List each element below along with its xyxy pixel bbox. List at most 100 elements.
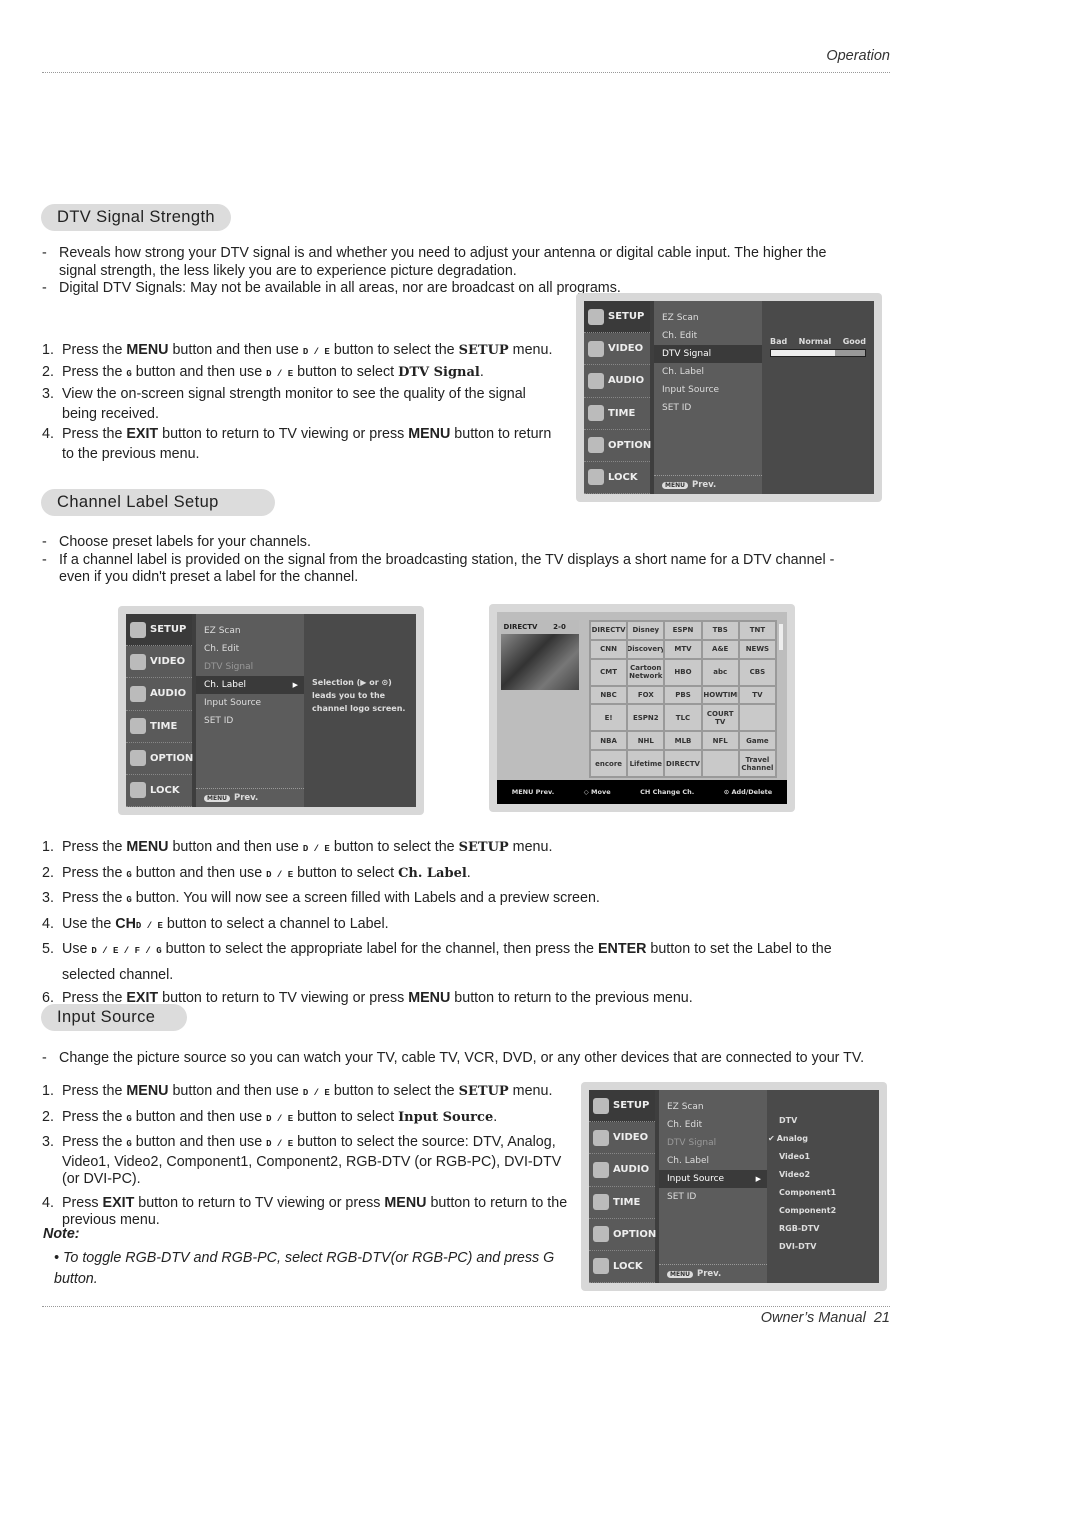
menu-item[interactable]: SET ID: [659, 1188, 767, 1206]
menu-category-audio[interactable]: AUDIO: [584, 365, 650, 398]
channel-logo[interactable]: HBO: [665, 659, 701, 685]
step-text: button and then use: [168, 839, 303, 855]
help-text: Selection (▶ or ⊙) leads you to the chan…: [312, 678, 406, 713]
channel-logo[interactable]: Game: [739, 732, 775, 750]
menu-category-setup[interactable]: SETUP: [584, 301, 650, 334]
menu-item[interactable]: Ch. Edit: [196, 640, 304, 658]
menu-item[interactable]: DTV Signal: [196, 658, 304, 676]
channel-logo[interactable]: NBA: [591, 732, 627, 750]
input-option[interactable]: Video1: [779, 1152, 871, 1170]
channel-logo[interactable]: [702, 751, 738, 776]
menu-item[interactable]: SET ID: [196, 712, 304, 730]
menu-screen: SETUP VIDEO AUDIO TIME OPTION LOCK EZ Scan Ch. …: [589, 1090, 879, 1284]
menu-item[interactable]: Ch. Label: [659, 1152, 767, 1170]
category-label: OPTION: [150, 752, 194, 764]
menu-category-audio[interactable]: AUDIO: [126, 678, 192, 711]
menu-category-option[interactable]: OPTION: [584, 430, 651, 462]
menu-category-setup[interactable]: SETUP: [126, 614, 192, 647]
menu-item[interactable]: DTV Signal: [654, 345, 762, 363]
input-option[interactable]: Video2: [779, 1170, 871, 1188]
step-number: 1.: [42, 839, 54, 855]
option-label: Video2: [779, 1170, 811, 1179]
step-text: button and then use: [131, 1134, 267, 1150]
input-option[interactable]: DTV: [779, 1116, 871, 1134]
menu-item[interactable]: Ch. Edit: [654, 327, 762, 345]
channel-logo[interactable]: PBS: [665, 686, 701, 704]
channel-logo[interactable]: MTV: [665, 640, 701, 658]
menu-category-video[interactable]: VIDEO: [584, 333, 650, 366]
menu-category-video[interactable]: VIDEO: [589, 1122, 655, 1155]
category-label: AUDIO: [150, 688, 187, 700]
step-number: 2.: [42, 364, 54, 380]
menu-item[interactable]: Input Source ▶: [659, 1170, 767, 1188]
channel-logo[interactable]: CBS: [739, 659, 775, 685]
channel-logo[interactable]: DIRECTV: [591, 622, 627, 639]
channel-logo[interactable]: abc: [702, 659, 738, 685]
menu-item[interactable]: DTV Signal: [659, 1134, 767, 1152]
menu-item[interactable]: Ch. Label: [654, 363, 762, 381]
menu-category-audio[interactable]: AUDIO: [589, 1154, 655, 1187]
option-icon: [588, 437, 604, 454]
menu-item[interactable]: Input Source: [654, 381, 762, 399]
menu-item[interactable]: EZ Scan: [196, 622, 304, 640]
channel-logo[interactable]: E!: [591, 705, 627, 731]
menu-item[interactable]: EZ Scan: [654, 309, 762, 327]
menu-category-setup[interactable]: SETUP: [589, 1090, 655, 1123]
input-option[interactable]: RGB-DTV: [779, 1224, 871, 1242]
menu-item[interactable]: Ch. Label ▶: [196, 676, 304, 694]
step-text: button to select: [293, 364, 399, 380]
channel-logo[interactable]: NFL: [702, 732, 738, 750]
preview-image: [501, 634, 579, 690]
category-label: TIME: [613, 1196, 641, 1208]
channel-logo[interactable]: COURT TV: [702, 705, 738, 731]
channel-logo[interactable]: FOX: [628, 686, 664, 704]
input-option[interactable]: DVI-DTV: [779, 1242, 871, 1260]
input-option[interactable]: ✔ Analog: [768, 1134, 871, 1152]
channel-logo[interactable]: TBS: [702, 622, 738, 639]
step-text: button to select the: [329, 1083, 459, 1099]
menu-category-lock[interactable]: LOCK: [126, 775, 192, 808]
menu-item[interactable]: SET ID: [654, 399, 762, 417]
channel-logo[interactable]: MLB: [665, 732, 701, 750]
channel-logo[interactable]: TNT: [739, 622, 775, 639]
setup-icon: [130, 621, 146, 638]
channel-logo[interactable]: Cartoon Network: [628, 659, 664, 685]
menu-category-lock[interactable]: LOCK: [589, 1251, 655, 1284]
channel-logo[interactable]: SHOWTIME: [702, 686, 738, 704]
emphasis: SETUP: [458, 1084, 509, 1099]
channel-logo[interactable]: Lifetime: [628, 751, 664, 776]
channel-logo[interactable]: encore: [591, 751, 627, 776]
channel-logo[interactable]: NBC: [591, 686, 627, 704]
input-option[interactable]: Component1: [779, 1188, 871, 1206]
channel-logo[interactable]: [739, 705, 775, 731]
menu-category-time[interactable]: TIME: [584, 398, 650, 430]
channel-logo[interactable]: Discovery: [628, 640, 664, 658]
channel-logo[interactable]: DIRECTV: [665, 751, 701, 776]
channel-logo[interactable]: NEWS: [739, 640, 775, 658]
channel-logo[interactable]: NHL: [628, 732, 664, 750]
channel-logo[interactable]: TV: [739, 686, 775, 704]
menu-item[interactable]: Input Source: [196, 694, 304, 712]
scrollbar[interactable]: [779, 624, 783, 650]
menu-category-option[interactable]: OPTION: [126, 743, 194, 775]
menu-category-time[interactable]: TIME: [126, 711, 192, 743]
input-option[interactable]: Component2: [779, 1206, 871, 1224]
prev-label: Prev.: [233, 793, 259, 803]
channel-logo[interactable]: Travel Channel: [739, 751, 775, 776]
menu-category-time[interactable]: TIME: [589, 1187, 655, 1219]
channel-logo[interactable]: CMT: [591, 659, 627, 685]
menu-category-video[interactable]: VIDEO: [126, 646, 192, 679]
step-number: 3.: [42, 890, 54, 906]
menu-category-lock[interactable]: LOCK: [584, 462, 650, 495]
channel-logo[interactable]: TLC: [665, 705, 701, 731]
channel-logo[interactable]: Disney: [628, 622, 664, 639]
menu-item[interactable]: EZ Scan: [659, 1098, 767, 1116]
step-text: Press: [62, 1194, 103, 1211]
channel-logo[interactable]: CNN: [591, 640, 627, 658]
category-label: SETUP: [608, 311, 645, 323]
channel-logo[interactable]: ESPN: [665, 622, 701, 639]
menu-item[interactable]: Ch. Edit: [659, 1116, 767, 1134]
channel-logo[interactable]: A&E: [702, 640, 738, 658]
menu-category-option[interactable]: OPTION: [589, 1219, 656, 1251]
channel-logo[interactable]: ESPN2: [628, 705, 664, 731]
